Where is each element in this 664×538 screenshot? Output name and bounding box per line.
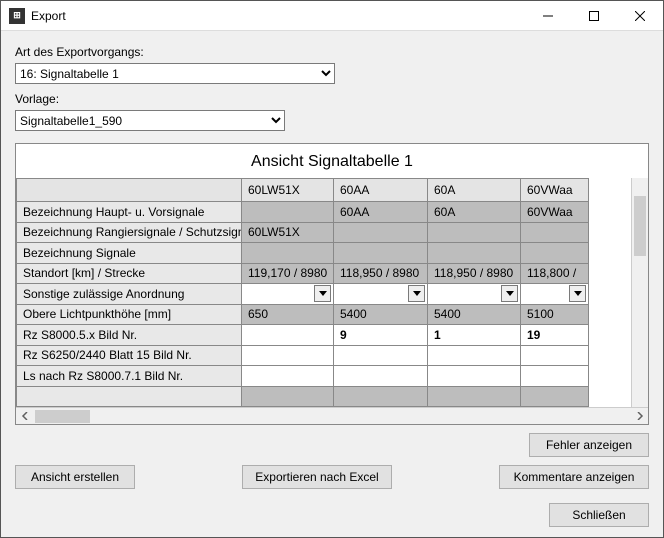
row-header[interactable]: Bezeichnung Haupt- u. Vorsignale [16,202,242,222]
table-cell[interactable] [242,202,334,222]
table-cell[interactable] [242,243,334,263]
scroll-left-icon[interactable] [16,408,33,425]
dropdown-icon[interactable] [569,285,586,302]
column-header[interactable]: 60VWaa [521,178,589,202]
dropdown-icon[interactable] [501,285,518,302]
dropdown-icon[interactable] [408,285,425,302]
data-grid: 60LW51X60AA60A60VWaaBezeichnung Haupt- u… [16,178,648,407]
table-cell[interactable] [521,284,589,304]
app-icon: ⊞ [9,8,25,24]
table-cell[interactable] [521,366,589,386]
minimize-button[interactable] [525,1,571,30]
row-header[interactable]: Rz S6250/2440 Blatt 15 Bild Nr. [16,346,242,366]
row-header[interactable]: Ls nach Rz S8000.7.1 Bild Nr. [16,366,242,386]
table-cell[interactable] [428,243,521,263]
table-cell[interactable] [521,346,589,366]
row-header[interactable]: Sonstige zulässige Anordnung [16,284,242,304]
table-cell[interactable] [242,284,334,304]
export-type-label: Art des Exportvorgangs: [15,45,649,59]
table-cell[interactable] [428,366,521,386]
table-cell[interactable]: 9 [334,325,428,345]
table-cell[interactable] [334,366,428,386]
show-comments-button[interactable]: Kommentare anzeigen [499,465,649,489]
export-excel-button[interactable]: Exportieren nach Excel [242,465,392,489]
table-cell[interactable] [242,366,334,386]
table-cell[interactable]: 60LW51X [242,223,334,243]
table-cell[interactable]: 60A [428,202,521,222]
table-cell[interactable] [521,223,589,243]
table-cell[interactable] [334,284,428,304]
export-type-select[interactable]: 16: Signaltabelle 1 [15,63,335,84]
table-cell[interactable] [428,346,521,366]
close-button[interactable] [617,1,663,30]
table-cell[interactable]: 1 [428,325,521,345]
table-cell[interactable] [242,346,334,366]
template-label: Vorlage: [15,92,649,106]
table-cell[interactable]: 118,950 / 8980 [334,264,428,284]
vertical-scrollbar[interactable] [631,178,648,407]
table-cell[interactable]: 5400 [428,305,521,325]
column-header[interactable]: 60AA [334,178,428,202]
table-cell[interactable] [334,346,428,366]
create-view-button[interactable]: Ansicht erstellen [15,465,135,489]
vertical-scroll-thumb[interactable] [634,196,646,256]
table-cell[interactable] [334,223,428,243]
maximize-button[interactable] [571,1,617,30]
client-area: Art des Exportvorgangs: 16: Signaltabell… [1,31,663,499]
table-cell[interactable]: 118,800 / [521,264,589,284]
template-select[interactable]: Signaltabelle1_590 [15,110,285,131]
table-cell[interactable] [334,387,428,407]
show-errors-button[interactable]: Fehler anzeigen [529,433,649,457]
table-cell[interactable] [428,387,521,407]
table-cell[interactable] [334,243,428,263]
titlebar[interactable]: ⊞ Export [1,1,663,31]
export-window: ⊞ Export Art des Exportvorgangs: 16: Sig… [0,0,664,538]
table-cell[interactable]: 5400 [334,305,428,325]
row-header[interactable]: Standort [km] / Strecke [16,264,242,284]
table-cell[interactable] [428,284,521,304]
scroll-right-icon[interactable] [631,408,648,425]
row-header[interactable]: Bezeichnung Signale [16,243,242,263]
row-header[interactable] [16,387,242,407]
table-title: Ansicht Signaltabelle 1 [16,144,648,178]
table-cell[interactable]: 60VWaa [521,202,589,222]
table-cell[interactable]: 5100 [521,305,589,325]
row-header[interactable]: Rz S8000.5.x Bild Nr. [16,325,242,345]
dropdown-icon[interactable] [314,285,331,302]
table-cell[interactable] [428,223,521,243]
table-cell[interactable] [242,325,334,345]
close-dialog-button[interactable]: Schließen [549,503,649,527]
table-cell[interactable]: 118,950 / 8980 [428,264,521,284]
table-cell[interactable]: 19 [521,325,589,345]
table-cell[interactable] [521,243,589,263]
table-cell[interactable] [242,387,334,407]
column-header[interactable]: 60LW51X [242,178,334,202]
window-title: Export [31,9,525,23]
table-cell[interactable]: 60AA [334,202,428,222]
row-header[interactable]: Bezeichnung Rangiersignale / Schutzsigna… [16,223,242,243]
horizontal-scrollbar[interactable] [16,407,648,424]
row-header[interactable]: Obere Lichtpunkthöhe [mm] [16,305,242,325]
column-header[interactable]: 60A [428,178,521,202]
table-cell[interactable]: 119,170 / 8980 [242,264,334,284]
table-cell[interactable] [521,387,589,407]
table-cell[interactable]: 650 [242,305,334,325]
table-corner [16,178,242,202]
horizontal-scroll-thumb[interactable] [35,410,90,423]
window-controls [525,1,663,30]
table-container: Ansicht Signaltabelle 1 60LW51X60AA60A60… [15,143,649,425]
